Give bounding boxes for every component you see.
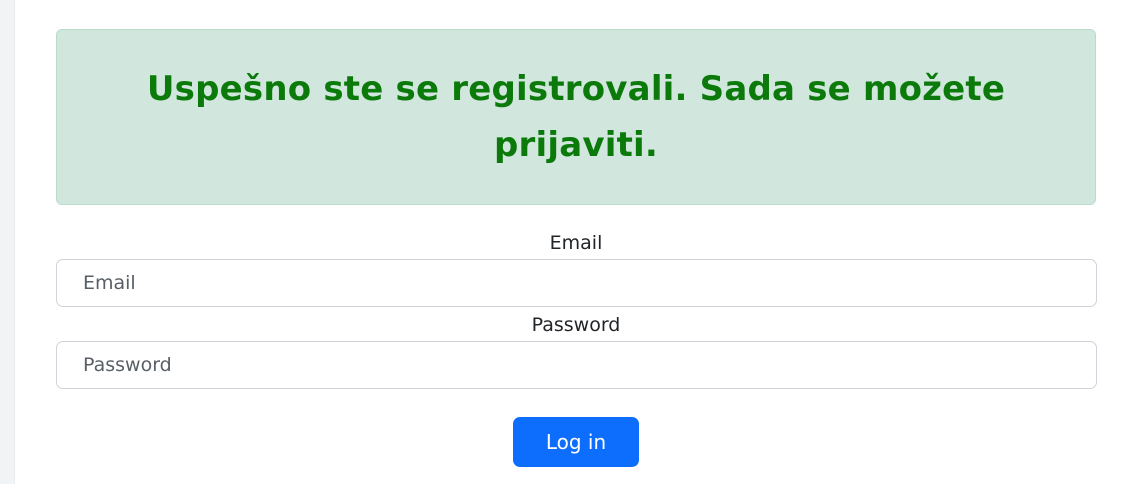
login-button[interactable]: Log in	[513, 417, 639, 467]
password-label: Password	[531, 314, 621, 336]
email-label: Email	[549, 232, 603, 254]
success-alert: Uspešno ste se registrovali. Sada se mož…	[56, 29, 1096, 205]
password-field[interactable]	[56, 341, 1097, 389]
left-edge-border	[0, 0, 15, 484]
success-message: Uspešno ste se registrovali. Sada se mož…	[146, 69, 1006, 165]
login-page: Uspešno ste se registrovali. Sada se mož…	[0, 0, 1124, 484]
cropped-text-above	[60, 0, 1095, 8]
email-field[interactable]	[56, 259, 1097, 307]
